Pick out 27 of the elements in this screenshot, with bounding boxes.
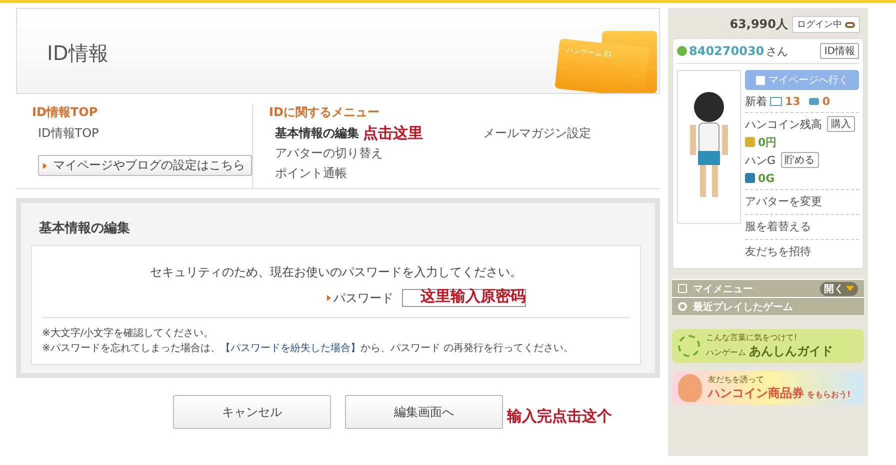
new-label: 新着 bbox=[745, 94, 767, 108]
menu-heading: IDに関するメニュー bbox=[269, 104, 380, 121]
banner-text: 友だちを誘って bbox=[708, 374, 765, 385]
recent-games-label: 最近プレイしたゲーム bbox=[693, 300, 794, 314]
password-label: パスワード bbox=[326, 290, 394, 306]
annotation-text: 点击这里 bbox=[363, 124, 423, 142]
menu-heading: ID情報TOP bbox=[32, 104, 99, 121]
banner-text: をもらおう! bbox=[807, 389, 851, 400]
coin-label: ハンコイン残高 bbox=[745, 116, 822, 132]
hang-g-label: ハンG bbox=[745, 152, 776, 168]
annotation-text: 这里输入原密码 bbox=[420, 287, 526, 306]
section-title: 基本情報の編集 bbox=[38, 220, 131, 238]
login-status: ログイン中 bbox=[797, 18, 842, 31]
annotation-text: 输入完点击这个 bbox=[507, 406, 612, 426]
hang-g-balance: 0G bbox=[758, 172, 775, 184]
banner-text: ハンコイン商品券 bbox=[708, 385, 804, 402]
banner-text: ハンゲーム bbox=[706, 347, 746, 358]
note-text: ※パスワードを忘れてしまった場合は、【パスワードを紛失した場合】から、パスワード の再発行を行ってください。 bbox=[42, 342, 575, 356]
user-count: 63,990人 bbox=[730, 16, 788, 33]
note-text: ※大文字/小文字を確認してください。 bbox=[42, 326, 215, 341]
my-menu-label: マイメニュー bbox=[693, 282, 754, 296]
banner-text: こんな言葉に気をつけて! bbox=[706, 332, 798, 343]
honorific: さん bbox=[766, 44, 788, 58]
page-title: ID情報 bbox=[47, 40, 108, 67]
banner-text: あんしんガイド bbox=[749, 343, 833, 360]
coin-balance: 0円 bbox=[758, 134, 777, 150]
instruction-text: セキュリティのため、現在お使いのパスワードを入力してください。 bbox=[149, 264, 523, 281]
